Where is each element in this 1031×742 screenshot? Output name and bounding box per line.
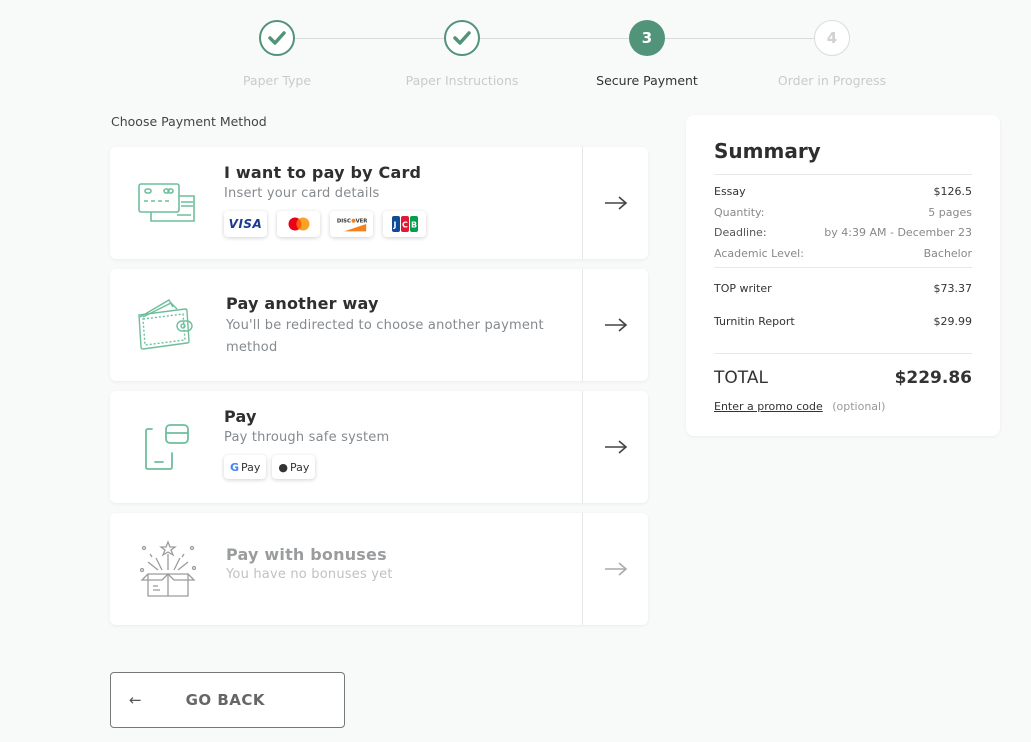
- summary-row-top-writer: TOP writer $73.37: [714, 282, 972, 296]
- total-amount: $229.86: [894, 368, 972, 389]
- method-subtitle: You'll be redirected to choose another p…: [226, 318, 544, 355]
- arrow-right-icon[interactable]: [583, 391, 648, 503]
- arrow-right-icon: [583, 513, 648, 625]
- go-back-label: GO BACK: [185, 691, 266, 709]
- pay-by-card-option[interactable]: I want to pay by Card Insert your card d…: [110, 147, 648, 259]
- step-number: 4: [814, 20, 850, 56]
- step-label: Paper Type: [242, 73, 312, 88]
- summary-title: Summary: [714, 139, 821, 163]
- svg-text:VER: VER: [356, 218, 367, 224]
- visa-badge: VISA: [224, 211, 267, 237]
- pay-another-way-option[interactable]: Pay another way You'll be redirected to …: [110, 269, 648, 381]
- summary-row-essay: Essay $126.5: [714, 185, 972, 198]
- section-label: Choose Payment Method: [111, 114, 267, 129]
- apple-icon: ●: [278, 460, 289, 474]
- step-label: Paper Instructions: [405, 73, 519, 88]
- check-icon: [259, 20, 295, 56]
- step-label: Secure Payment: [596, 73, 698, 88]
- promo-code-link[interactable]: Enter a promo code: [714, 400, 823, 413]
- method-subtitle: You have no bonuses yet: [226, 567, 393, 582]
- credit-card-icon: [136, 147, 198, 259]
- step-paper-type: Paper Type: [185, 20, 369, 88]
- apple-pay-badge: ● Pay: [272, 455, 316, 479]
- phone-card-icon: [136, 391, 198, 503]
- step-number: 3: [629, 20, 665, 56]
- google-pay-badge: G Pay: [224, 455, 267, 479]
- go-back-button[interactable]: ← GO BACK: [110, 672, 345, 728]
- method-subtitle: Insert your card details: [224, 186, 380, 201]
- pay-with-bonuses-option: Pay with bonuses You have no bonuses yet: [110, 513, 648, 625]
- total-label: TOTAL: [714, 368, 768, 389]
- jcb-badge: JCB: [383, 211, 426, 237]
- promo-optional-note: (optional): [832, 400, 886, 414]
- svg-text:C: C: [402, 221, 408, 230]
- step-secure-payment: 3 Secure Payment: [555, 20, 739, 88]
- discover-badge: DISC VER: [330, 211, 373, 237]
- summary-row-deadline: Deadline: by 4:39 AM - December 23: [714, 226, 972, 240]
- wallet-icon: [136, 269, 198, 381]
- check-icon: [444, 20, 480, 56]
- summary-row-turnitin: Turnitin Report $29.99: [714, 315, 972, 329]
- svg-text:J: J: [392, 221, 396, 230]
- svg-text:B: B: [411, 221, 417, 230]
- pay-safe-system-option[interactable]: Pay Pay through safe system G Pay ● Pay: [110, 391, 648, 503]
- google-icon: G: [230, 460, 240, 474]
- svg-text:DISC: DISC: [337, 218, 351, 224]
- gift-box-icon: [136, 513, 198, 625]
- arrow-right-icon[interactable]: [583, 147, 648, 259]
- method-title: Pay another way: [226, 294, 379, 313]
- summary-row-quantity: Quantity: 5 pages: [714, 205, 972, 219]
- method-title: I want to pay by Card: [224, 163, 422, 182]
- method-title: Pay with bonuses: [226, 545, 387, 564]
- summary-row-academic-level: Academic Level: Bachelor: [714, 246, 972, 260]
- divider: [714, 353, 972, 355]
- method-subtitle: Pay through safe system: [224, 430, 390, 445]
- method-title: Pay: [224, 407, 257, 426]
- summary-total: TOTAL $229.86: [714, 368, 972, 388]
- arrow-left-icon: ←: [129, 691, 142, 709]
- step-order-in-progress: 4 Order in Progress: [740, 20, 924, 88]
- order-summary: Summary Essay $126.5 Quantity: 5 pages Dea…: [686, 115, 1000, 436]
- mastercard-icon: [277, 211, 320, 237]
- arrow-right-icon[interactable]: [583, 269, 648, 381]
- step-label: Order in Progress: [777, 73, 887, 88]
- progress-stepper: Paper Type Paper Instructions 3 Secure P…: [185, 20, 925, 100]
- step-paper-instructions: Paper Instructions: [370, 20, 554, 88]
